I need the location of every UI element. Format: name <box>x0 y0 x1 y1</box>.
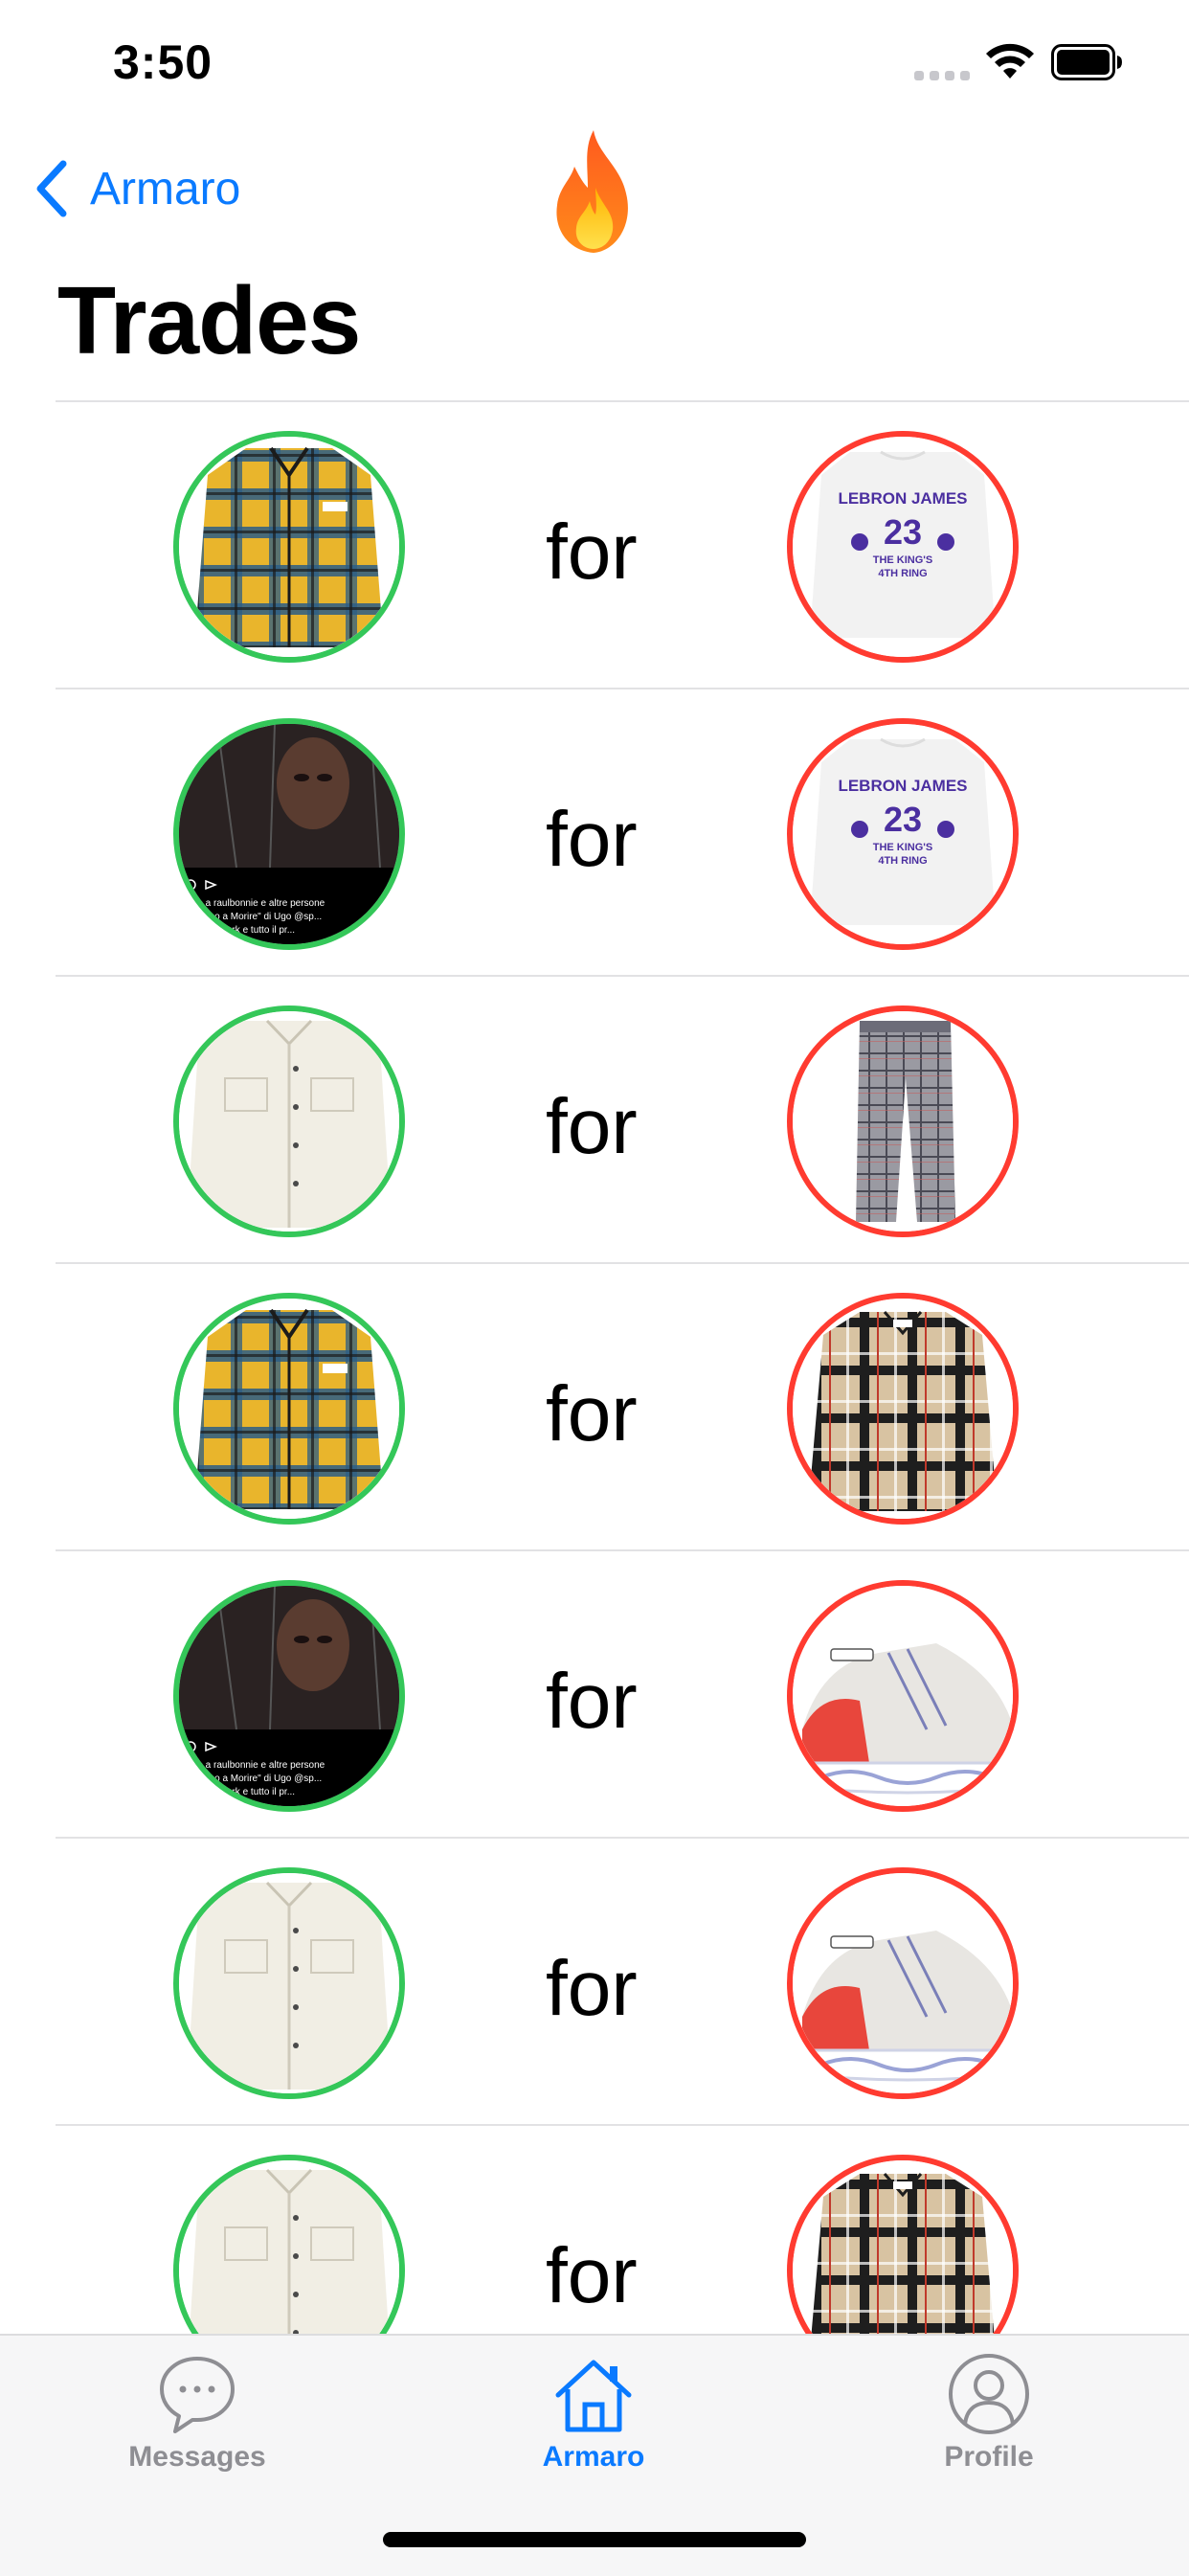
give-item-image[interactable] <box>173 1006 405 1237</box>
cream-overshirt-image <box>179 1011 399 1232</box>
person-icon <box>949 2354 1029 2434</box>
tee-print-line2: THE KING'S <box>873 842 933 853</box>
get-item-image[interactable] <box>787 1006 1019 1237</box>
get-item-image[interactable]: LEBRON JAMES 23 THE KING'S 4TH RING <box>787 431 1019 663</box>
tee-print-line3: 4TH RING <box>878 568 927 579</box>
back-button-label: Armaro <box>90 163 241 215</box>
trade-row[interactable]: ...ce a raulbonnie e altre persone ...Ul… <box>0 688 1189 975</box>
post-caption-line3: ...ato artwork e tutto il pr... <box>185 1787 295 1797</box>
tab-armaro-label: Armaro <box>542 2441 645 2473</box>
white-sneaker-image <box>793 1873 1013 2093</box>
plaid-trousers-image <box>793 1011 1013 1232</box>
row-divider <box>56 400 1189 402</box>
fire-icon <box>556 130 628 253</box>
trade-connector-label: for <box>546 2232 638 2319</box>
tab-profile[interactable]: Profile <box>874 2351 1104 2474</box>
tab-messages-label: Messages <box>128 2441 266 2473</box>
row-divider <box>56 1549 1189 1551</box>
cream-overshirt-image <box>179 1873 399 2093</box>
post-caption-line1: ...ce a raulbonnie e altre persone <box>185 898 325 909</box>
trade-connector-label: for <box>546 1945 638 2032</box>
trade-row[interactable]: for <box>0 975 1189 1262</box>
row-divider <box>56 1262 1189 1264</box>
status-bar: 3:50 <box>0 0 1189 124</box>
tab-profile-label: Profile <box>944 2441 1034 2473</box>
row-divider <box>56 1837 1189 1839</box>
tab-messages[interactable]: Messages <box>82 2351 312 2474</box>
row-divider <box>56 688 1189 689</box>
beige-check-shirt-image <box>793 1299 1013 1519</box>
get-item-image[interactable] <box>787 1293 1019 1525</box>
plaid-flannel-shirt-image <box>179 437 399 657</box>
chat-bubble-icon <box>160 2357 235 2433</box>
trade-connector-label: for <box>546 796 638 883</box>
plaid-flannel-shirt-image <box>179 1299 399 1519</box>
give-item-image[interactable]: ...ce a raulbonnie e altre persone ...Ul… <box>173 1580 405 1812</box>
cellular-signal-icon <box>914 67 972 80</box>
tee-print-line1: LEBRON JAMES <box>838 489 967 508</box>
post-caption-line2: ...Ultimo a Morire" di Ugo @sp... <box>185 912 322 922</box>
row-divider <box>56 975 1189 977</box>
tee-print-line1: LEBRON JAMES <box>838 777 967 795</box>
tee-print-number: 23 <box>884 512 922 552</box>
page-title: Trades <box>57 267 361 374</box>
status-time: 3:50 <box>113 35 213 89</box>
music-post-screenshot-image: ...ce a raulbonnie e altre persone ...Ul… <box>179 1586 399 1806</box>
give-item-image[interactable] <box>173 1293 405 1525</box>
tee-print-line3: 4TH RING <box>878 855 927 867</box>
get-item-image[interactable] <box>787 1867 1019 2099</box>
give-item-image[interactable] <box>173 431 405 663</box>
give-item-image[interactable]: ...ce a raulbonnie e altre persone ...Ul… <box>173 718 405 950</box>
row-divider <box>56 2124 1189 2126</box>
trades-list: for LEBRON JAMES 23 THE KING'S 4TH RING <box>0 400 1189 2411</box>
music-post-screenshot-image: ...ce a raulbonnie e altre persone ...Ul… <box>179 724 399 944</box>
trade-row[interactable]: ...ce a raulbonnie e altre persone ...Ul… <box>0 1549 1189 1837</box>
trade-connector-label: for <box>546 1083 638 1170</box>
get-item-image[interactable]: LEBRON JAMES 23 THE KING'S 4TH RING <box>787 718 1019 950</box>
home-indicator <box>383 2532 806 2547</box>
trade-connector-label: for <box>546 1370 638 1457</box>
white-sneaker-image <box>793 1586 1013 1806</box>
post-caption-line3: ...ato artwork e tutto il pr... <box>185 925 295 936</box>
post-caption-line2: ...Ultimo a Morire" di Ugo @sp... <box>185 1774 322 1784</box>
lebron-james-tee-image: LEBRON JAMES 23 THE KING'S 4TH RING <box>793 724 1013 944</box>
trade-row[interactable]: for <box>0 1837 1189 2124</box>
back-button[interactable]: Armaro <box>34 155 240 222</box>
lebron-james-tee-image: LEBRON JAMES 23 THE KING'S 4TH RING <box>793 437 1013 657</box>
trade-connector-label: for <box>546 1658 638 1745</box>
post-caption-line1: ...ce a raulbonnie e altre persone <box>185 1760 325 1771</box>
get-item-image[interactable] <box>787 1580 1019 1812</box>
trade-connector-label: for <box>546 508 638 596</box>
wifi-icon <box>986 43 1034 79</box>
trade-row[interactable]: for LEBRON JAMES 23 THE KING'S 4TH RING <box>0 400 1189 688</box>
battery-icon <box>1051 44 1122 80</box>
tab-armaro[interactable]: Armaro <box>479 2351 708 2474</box>
tee-print-line2: THE KING'S <box>873 554 933 566</box>
house-icon <box>555 2360 632 2432</box>
tee-print-number: 23 <box>884 800 922 839</box>
chevron-left-icon <box>36 160 67 217</box>
give-item-image[interactable] <box>173 1867 405 2099</box>
trade-row[interactable]: for <box>0 1262 1189 1549</box>
